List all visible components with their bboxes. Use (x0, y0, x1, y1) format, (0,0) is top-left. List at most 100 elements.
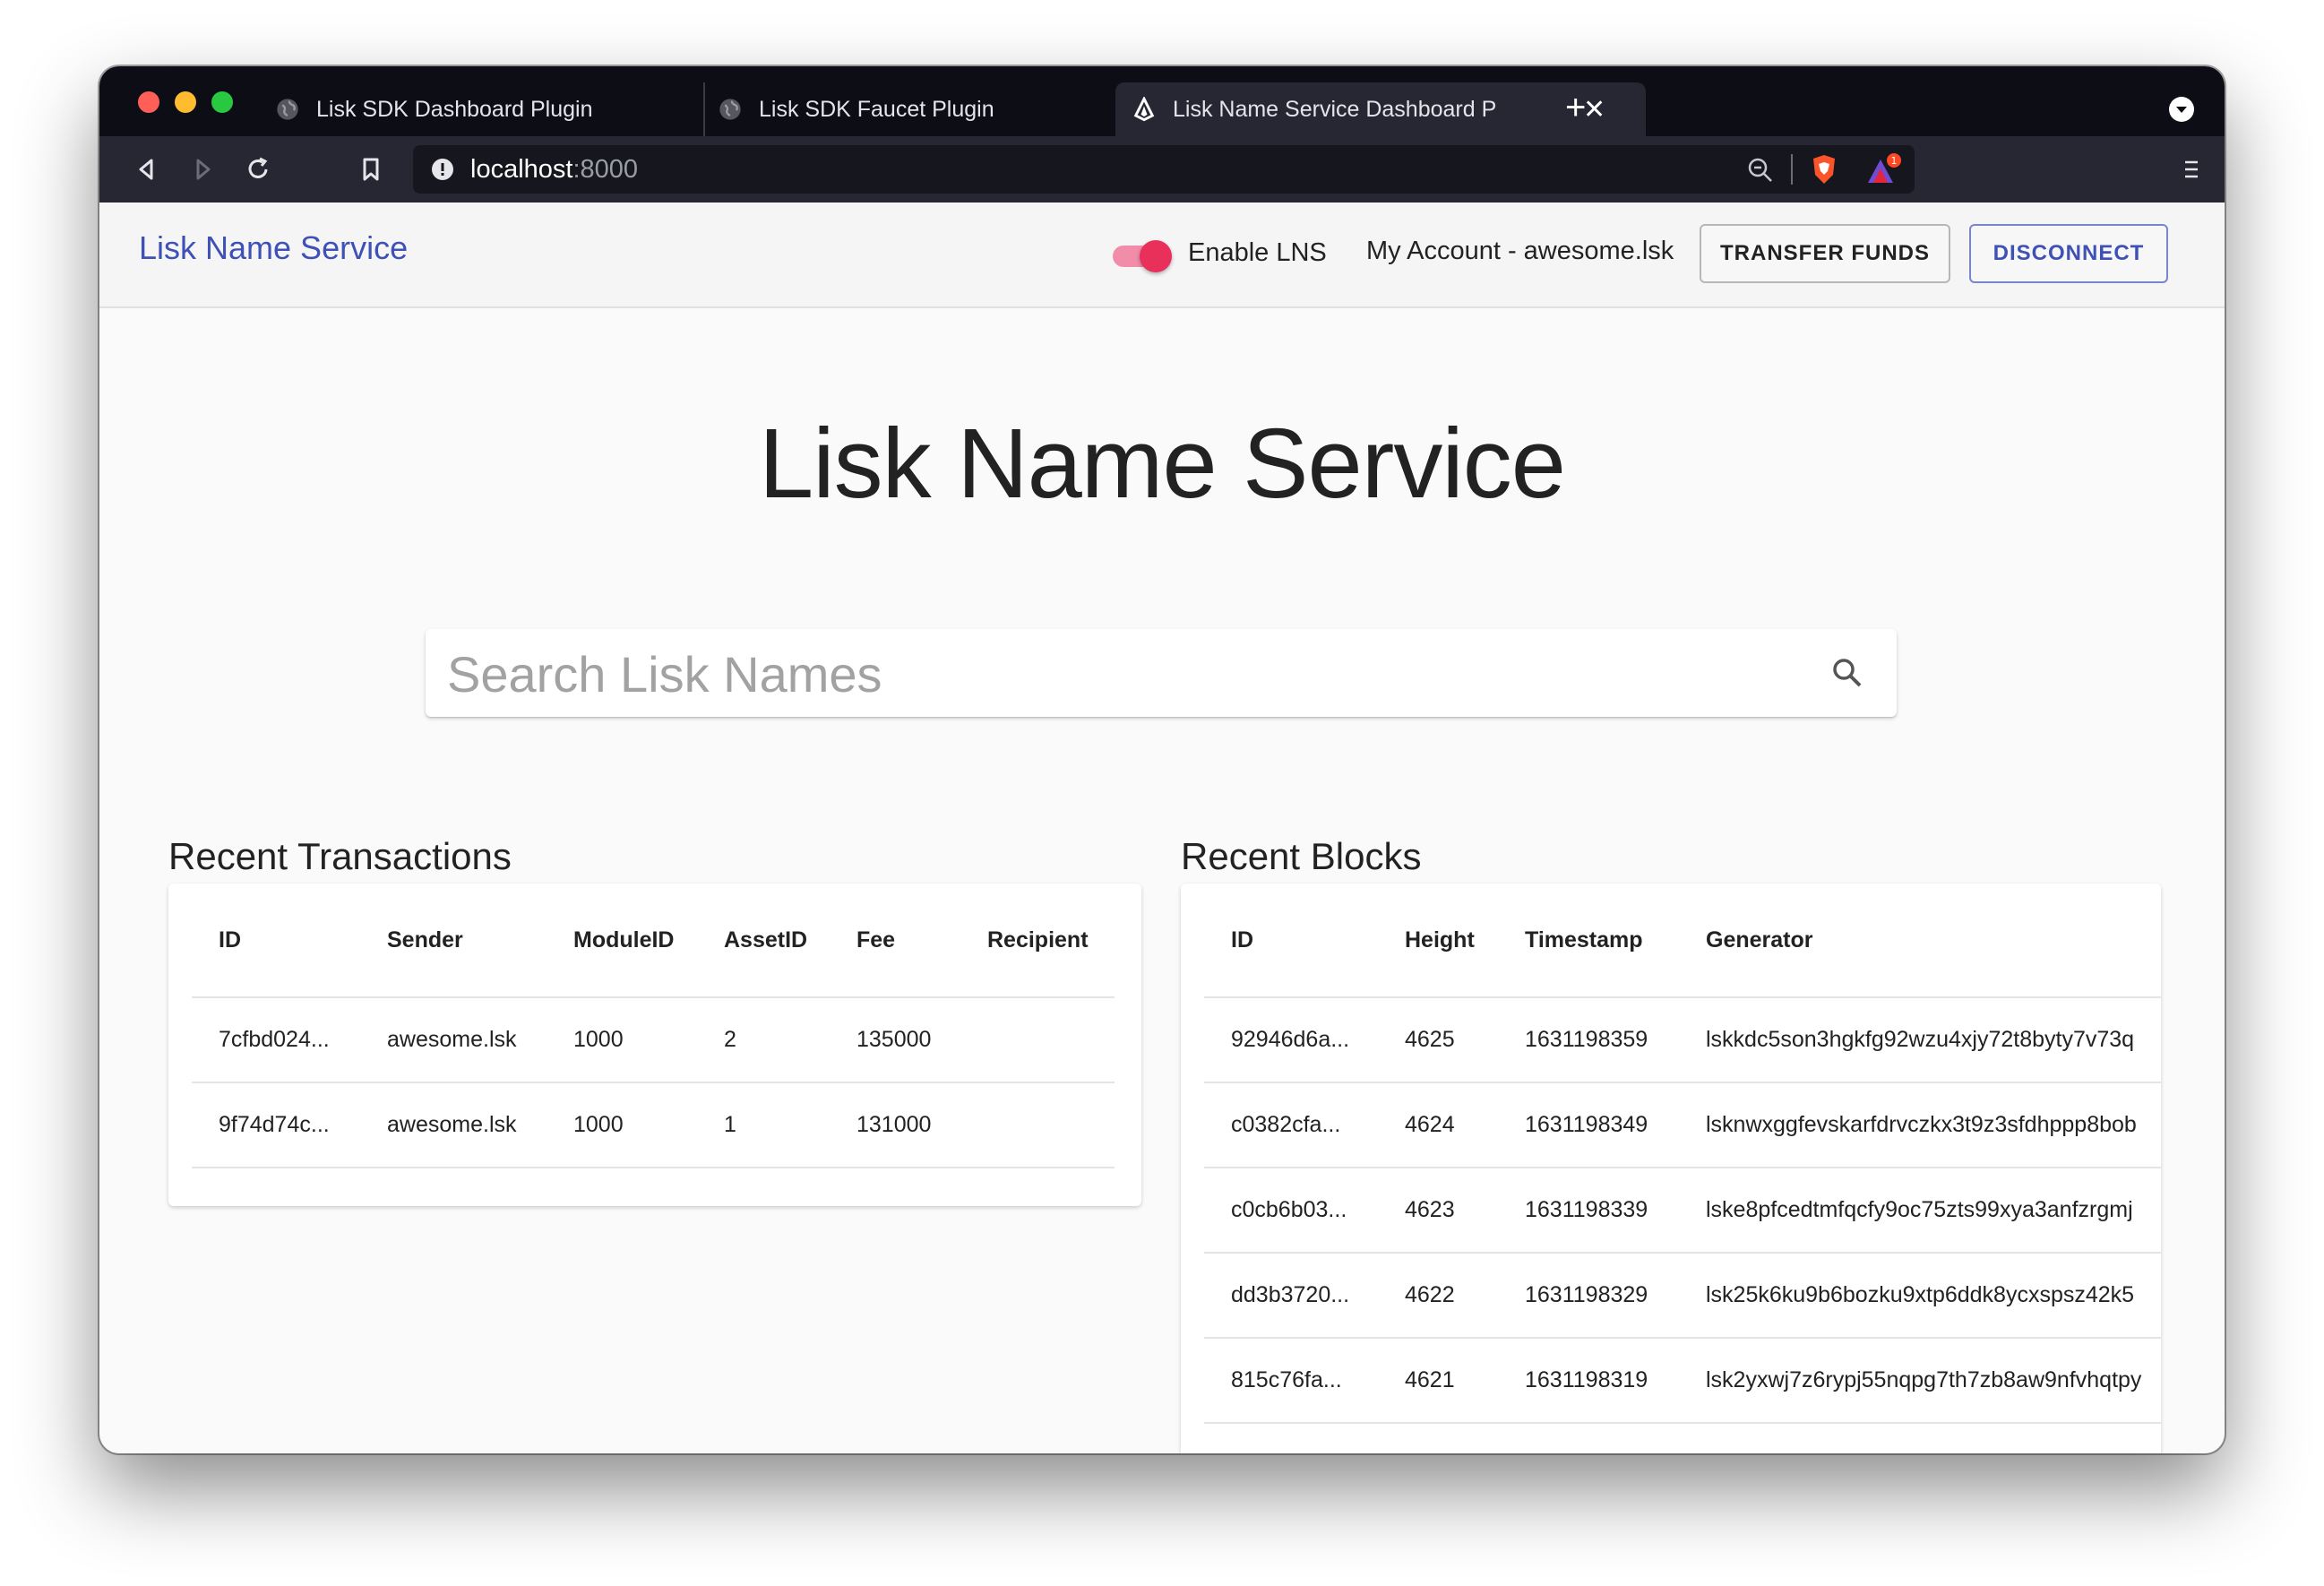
tab-label: Lisk SDK Faucet Plugin (759, 96, 994, 122)
cell-recipient (960, 997, 1115, 1083)
table-row[interactable]: 92946d6a... 4625 1631198359 lskkdc5son3h… (1204, 997, 2161, 1083)
site-info-icon[interactable] (429, 156, 456, 183)
search-box (426, 629, 1897, 717)
close-tab-icon[interactable]: ✕ (1583, 94, 1605, 125)
cell-generator: lsk2yxwj7z6rypj55nqpg7th7zb8aw9nfvhqtpy (1679, 1338, 2161, 1424)
cell-assetid: 2 (697, 997, 830, 1083)
cell-timestamp: 1631198339 (1498, 1168, 1679, 1254)
close-window-button[interactable] (138, 91, 159, 113)
cell-height: 4622 (1378, 1253, 1498, 1339)
column-header-fee: Fee (830, 884, 960, 998)
cell-sender: awesome.lsk (360, 1082, 547, 1168)
column-header-assetid: AssetID (697, 884, 830, 998)
table-row[interactable]: c0cb6b03... 4623 1631198339 lske8pfcedtm… (1204, 1168, 2161, 1254)
cell-id: 815c76fa... (1204, 1338, 1378, 1424)
tab-bar: Lisk SDK Dashboard Plugin Lisk SDK Fauce… (99, 66, 2225, 136)
cell-height: 4624 (1378, 1082, 1498, 1168)
table-row[interactable]: 815c76fa... 4621 1631198319 lsk2yxwj7z6r… (1204, 1338, 2161, 1424)
cell-recipient (960, 1082, 1115, 1168)
cell-generator: lske8pfcedtmfqcfy9oc75zts99xya3anfzrgmj (1679, 1168, 2161, 1254)
tab-label: Lisk Name Service Dashboard P (1173, 96, 1497, 122)
cell-height: 4621 (1378, 1338, 1498, 1424)
column-header-id: ID (192, 884, 360, 998)
recent-transactions-title: Recent Transactions (168, 835, 512, 877)
cell-id: 7cfbd024... (192, 997, 360, 1083)
divider (1791, 154, 1793, 185)
column-header-id: ID (1204, 884, 1378, 998)
app-bar: Lisk Name Service Enable LNS My Account … (99, 203, 2225, 308)
recent-blocks-title: Recent Blocks (1181, 835, 1422, 877)
url-host: localhost (470, 154, 573, 184)
profile-menu-icon[interactable] (2169, 97, 2194, 122)
table-header-row: ID Sender ModuleID AssetID Fee Recipient (192, 884, 1115, 998)
disconnect-button[interactable]: DISCONNECT (1969, 224, 2168, 283)
column-header-timestamp: Timestamp (1498, 884, 1679, 998)
cell-generator: lsknwxggfevskarfdrvczkx3t9z3sfdhppp8bob (1679, 1082, 2161, 1168)
extension-badge: 1 (1891, 155, 1898, 167)
back-icon[interactable] (130, 152, 164, 186)
cell-timestamp: 1631198329 (1498, 1253, 1679, 1339)
column-header-height: Height (1378, 884, 1498, 998)
browser-window: Lisk SDK Dashboard Plugin Lisk SDK Fauce… (99, 66, 2225, 1453)
url-text: localhost:8000 (470, 155, 638, 185)
column-header-recipient: Recipient (960, 884, 1115, 998)
table-row[interactable]: c0382cfa... 4624 1631198349 lsknwxggfevs… (1204, 1082, 2161, 1168)
cell-id: c0382cfa... (1204, 1082, 1378, 1168)
url-port: :8000 (572, 154, 639, 184)
blocks-table: ID Height Timestamp Generator 92946d6a..… (1204, 884, 2161, 1424)
cell-height: 4625 (1378, 997, 1498, 1083)
table-row[interactable]: 7cfbd024... awesome.lsk 1000 2 135000 (192, 997, 1115, 1083)
transfer-funds-button[interactable]: TRANSFER FUNDS (1700, 224, 1950, 283)
brand-title[interactable]: Lisk Name Service (139, 229, 408, 267)
table-header-row: ID Height Timestamp Generator (1204, 884, 2161, 998)
cell-id: 92946d6a... (1204, 997, 1378, 1083)
toggle-thumb (1140, 240, 1172, 272)
column-header-generator: Generator (1679, 884, 2161, 998)
globe-icon (719, 99, 741, 120)
new-tab-button[interactable]: + (1565, 90, 1586, 125)
page-title: Lisk Name Service (759, 409, 1566, 519)
globe-icon (277, 99, 298, 120)
cell-moduleid: 1000 (547, 997, 697, 1083)
cell-timestamp: 1631198359 (1498, 997, 1679, 1083)
table-row[interactable]: dd3b3720... 4622 1631198329 lsk25k6ku9b6… (1204, 1253, 2161, 1339)
cell-generator: lskkdc5son3hgkfg92wzu4xjy72t8byty7v73q (1679, 997, 2161, 1083)
cell-sender: awesome.lsk (360, 997, 547, 1083)
column-header-sender: Sender (360, 884, 547, 998)
lisk-logo-icon (1133, 97, 1155, 122)
brave-shields-icon[interactable] (1807, 152, 1841, 186)
brave-rewards-icon[interactable]: 1 (1864, 152, 1902, 188)
cell-id: dd3b3720... (1204, 1253, 1378, 1339)
cell-fee: 135000 (830, 997, 960, 1083)
transactions-table: ID Sender ModuleID AssetID Fee Recipient… (192, 884, 1115, 1168)
minimize-window-button[interactable] (175, 91, 196, 113)
column-header-moduleid: ModuleID (547, 884, 697, 998)
search-input[interactable] (445, 642, 1793, 706)
maximize-window-button[interactable] (211, 91, 233, 113)
cell-id: c0cb6b03... (1204, 1168, 1378, 1254)
account-label: My Account - awesome.lsk (1366, 237, 1674, 265)
bookmark-icon[interactable] (354, 152, 388, 186)
cell-timestamp: 1631198319 (1498, 1338, 1679, 1424)
tab-label: Lisk SDK Dashboard Plugin (316, 96, 593, 122)
search-icon[interactable] (1830, 656, 1864, 690)
recent-transactions-card: ID Sender ModuleID AssetID Fee Recipient… (168, 884, 1141, 1206)
cell-id: 9f74d74c... (192, 1082, 360, 1168)
cell-assetid: 1 (697, 1082, 830, 1168)
browser-toolbar: localhost:8000 1 (99, 136, 2225, 203)
zoom-icon[interactable] (1746, 156, 1775, 185)
cell-moduleid: 1000 (547, 1082, 697, 1168)
menu-icon[interactable] (2174, 152, 2208, 186)
cell-timestamp: 1631198349 (1498, 1082, 1679, 1168)
cell-generator: lsk25k6ku9b6bozku9xtp6ddk8ycxspsz42k5 (1679, 1253, 2161, 1339)
cell-fee: 131000 (830, 1082, 960, 1168)
reload-icon[interactable] (241, 152, 275, 186)
enable-lns-label: Enable LNS (1188, 238, 1327, 267)
address-bar[interactable]: localhost:8000 1 (413, 145, 1915, 194)
tab-lisk-sdk-dashboard[interactable]: Lisk SDK Dashboard Plugin (275, 82, 777, 136)
cell-height: 4623 (1378, 1168, 1498, 1254)
enable-lns-toggle[interactable] (1113, 238, 1172, 272)
forward-icon[interactable] (185, 152, 219, 186)
recent-blocks-card: ID Height Timestamp Generator 92946d6a..… (1181, 884, 2161, 1453)
table-row[interactable]: 9f74d74c... awesome.lsk 1000 1 131000 (192, 1082, 1115, 1168)
